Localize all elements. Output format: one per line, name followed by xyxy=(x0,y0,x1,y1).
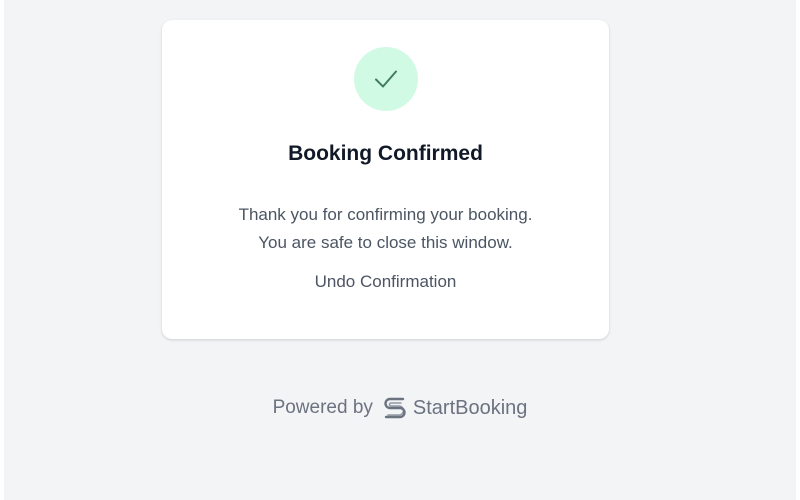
checkmark-icon xyxy=(374,70,397,88)
undo-confirmation-button[interactable]: Undo Confirmation xyxy=(311,270,461,294)
success-badge xyxy=(353,47,418,111)
message-line-1: Thank you for confirming your booking. xyxy=(238,205,533,224)
startbooking-brand-link[interactable]: StartBooking xyxy=(381,394,528,422)
message-line-2: You are safe to close this window. xyxy=(258,233,513,252)
page-edge-right xyxy=(796,0,800,500)
powered-by-label: Powered by xyxy=(272,397,373,418)
startbooking-brand-name: StartBooking xyxy=(412,397,528,419)
confirmation-title: Booking Confirmed xyxy=(288,142,483,165)
confirmation-card: Booking Confirmed Thank you for confirmi… xyxy=(162,20,609,339)
startbooking-logo-icon xyxy=(384,397,406,419)
confirmation-message: Thank you for confirming your booking. Y… xyxy=(162,201,609,257)
powered-by-footer: Powered by StartBooking xyxy=(0,394,800,422)
page-edge-left xyxy=(0,0,4,500)
